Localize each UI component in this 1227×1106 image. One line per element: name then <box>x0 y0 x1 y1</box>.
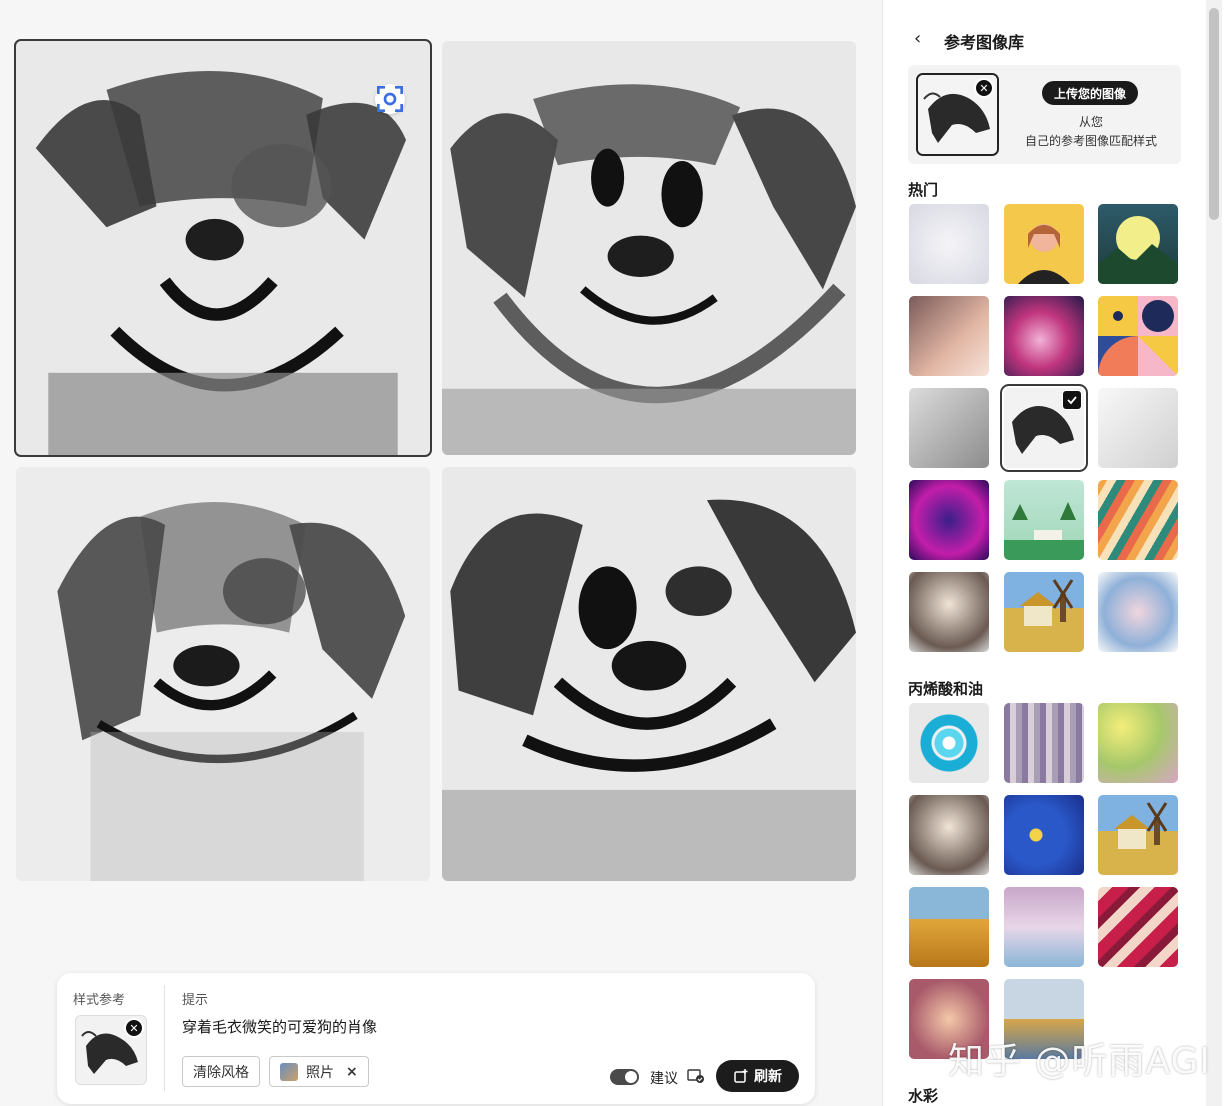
suggest-icon[interactable] <box>687 1068 705 1088</box>
suggest-toggle[interactable] <box>610 1069 639 1085</box>
refresh-button[interactable]: 刷新 <box>716 1060 799 1092</box>
generated-image-2[interactable] <box>442 41 856 455</box>
upload-image-button[interactable]: 上传您的图像 <box>1042 81 1138 105</box>
gallery-thumb-paper-flowers[interactable] <box>909 204 989 284</box>
gallery-thumb-steam-train[interactable] <box>1098 572 1178 652</box>
reference-gallery-sidebar: ‹ 参考图像库 ✕ 上传您的图像 从您 自己的参考图像匹配样式 热门 丙烯酸和油… <box>882 0 1227 1106</box>
style-ref-label: 样式参考 <box>73 993 126 1008</box>
clear-style-label: 清除风格 <box>193 1064 249 1081</box>
generated-image-1[interactable] <box>14 39 432 457</box>
upload-card: ✕ 上传您的图像 从您 自己的参考图像匹配样式 <box>908 65 1181 164</box>
gallery-thumb-pencil-portrait[interactable] <box>1098 388 1178 468</box>
photo-chip-label: 照片 <box>306 1064 334 1081</box>
current-reference-thumbnail[interactable]: ✕ <box>916 73 999 156</box>
upload-description: 从您 自己的参考图像匹配样式 <box>1010 113 1172 151</box>
photo-chip-thumb <box>280 1062 298 1081</box>
gallery-thumb-pink-stripes[interactable] <box>1098 887 1178 967</box>
section-title-acrylic-oil: 丙烯酸和油 <box>908 680 984 698</box>
refresh-add-icon <box>734 1069 748 1083</box>
remove-reference-icon[interactable]: ✕ <box>974 78 994 98</box>
gallery-thumb-abstract-street[interactable] <box>1004 703 1084 783</box>
clear-style-button[interactable]: 清除风格 <box>182 1056 260 1087</box>
watermark-text: 知乎 @听雨AGI <box>948 1041 1211 1082</box>
gallery-thumb-geometric-shapes[interactable] <box>1098 296 1178 376</box>
scan-icon[interactable] <box>375 84 405 114</box>
prompt-panel: 样式参考 ✕ 提示 穿着毛衣微笑的可爱狗的肖像 清除风格 照片 × 建议 刷新 <box>57 973 815 1104</box>
section-title-popular: 热门 <box>908 181 939 199</box>
prompt-input[interactable]: 穿着毛衣微笑的可爱狗的肖像 <box>182 1016 377 1037</box>
upload-desc-line2: 自己的参考图像匹配样式 <box>1024 134 1157 148</box>
sidebar-title: 参考图像库 <box>944 33 1025 52</box>
gallery-thumb-blue-swirl[interactable] <box>909 703 989 783</box>
generated-image-4[interactable] <box>442 467 856 881</box>
gallery-thumb-3d-podium[interactable] <box>1004 480 1084 560</box>
gallery-thumb-yellow-green-impasto[interactable] <box>1098 703 1178 783</box>
gallery-thumb-pink-clouds[interactable] <box>1004 296 1084 376</box>
gallery-thumb-neon-dancer[interactable] <box>909 480 989 560</box>
gallery-thumb-field-landscape[interactable] <box>909 887 989 967</box>
gallery-thumb-blue-abstract[interactable] <box>1004 795 1084 875</box>
gallery-thumb-windmill[interactable] <box>1004 572 1084 652</box>
gallery-thumb-watercolor-woman[interactable] <box>909 572 989 652</box>
gallery-thumb-3d-avatar[interactable] <box>1004 204 1084 284</box>
dog-ink-painting-3 <box>16 467 430 881</box>
dog-ink-painting-4 <box>442 467 856 881</box>
section-title-watercolor: 水彩 <box>908 1087 939 1105</box>
dog-ink-painting-2 <box>442 41 856 455</box>
photo-chip-close-icon[interactable]: × <box>346 1064 358 1080</box>
remove-style-ref-icon[interactable]: ✕ <box>124 1018 144 1038</box>
upload-desc-line1: 从您 <box>1078 115 1103 129</box>
gallery-thumb-moon-landscape[interactable] <box>1098 204 1178 284</box>
suggest-label: 建议 <box>650 1071 678 1087</box>
style-ref-thumbnail[interactable]: ✕ <box>75 1015 147 1085</box>
gallery-thumb-woman-portrait-acrylic[interactable] <box>909 795 989 875</box>
gallery-thumb-windmill-acrylic[interactable] <box>1098 795 1178 875</box>
back-chevron-icon[interactable]: ‹ <box>914 28 921 49</box>
photo-chip[interactable]: 照片 × <box>269 1056 369 1087</box>
generated-image-3[interactable] <box>16 467 430 881</box>
prompt-label: 提示 <box>182 993 209 1008</box>
refresh-label: 刷新 <box>754 1069 782 1085</box>
dog-ink-painting-1 <box>15 40 431 456</box>
gallery-thumb-retro-waves[interactable] <box>1098 480 1178 560</box>
sidebar-scrollbar-thumb[interactable] <box>1209 8 1219 220</box>
gallery-thumb-statue-sketch[interactable] <box>909 388 989 468</box>
divider <box>164 985 165 1091</box>
gallery-thumb-sleeping-portrait[interactable] <box>909 296 989 376</box>
gallery-thumb-hands-reflection[interactable] <box>1004 887 1084 967</box>
gallery-thumb-ink-horse[interactable] <box>1000 384 1088 472</box>
check-icon <box>1062 390 1082 410</box>
